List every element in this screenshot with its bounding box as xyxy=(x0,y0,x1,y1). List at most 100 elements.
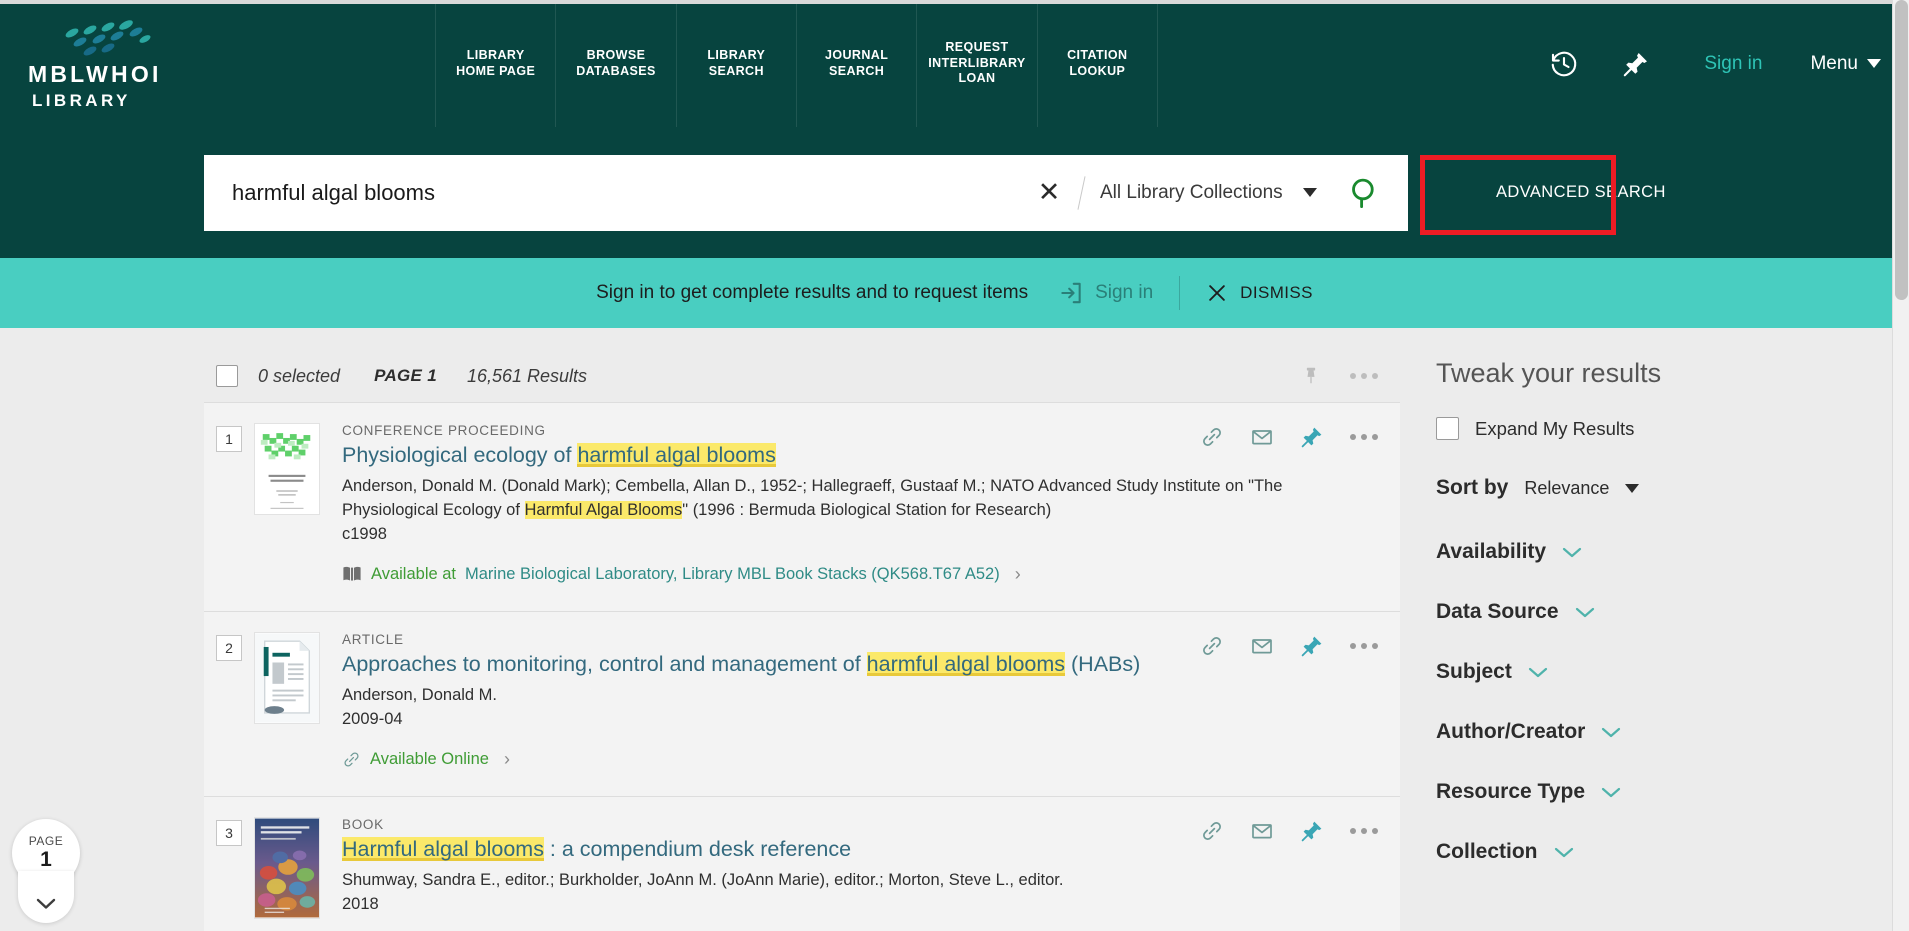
result-more-options-button[interactable] xyxy=(1350,642,1378,649)
facet-label: Resource Type xyxy=(1436,780,1585,803)
sort-by-value: Relevance xyxy=(1524,477,1610,498)
dot xyxy=(1372,373,1378,379)
result-item[interactable]: 1 CONFERENCE PROCEEDING Physiological ec… xyxy=(204,402,1400,611)
expand-my-results-checkbox[interactable] xyxy=(1436,417,1459,440)
sort-by-control[interactable]: Sort by Relevance xyxy=(1436,476,1909,500)
result-availability[interactable]: Available Online › xyxy=(342,749,1378,770)
nav-library-search[interactable]: LIBRARY SEARCH xyxy=(675,0,796,127)
results-count: 16,561 Results xyxy=(466,365,588,386)
dot xyxy=(1350,434,1356,440)
chevron-down-icon xyxy=(1602,727,1621,738)
dot xyxy=(1350,827,1356,834)
facet-label: Availability xyxy=(1436,540,1547,563)
banner-divider xyxy=(1179,276,1181,310)
pin-icon xyxy=(1301,821,1322,841)
nav-label-line1: CITATION xyxy=(1067,47,1128,62)
chevron-down-icon xyxy=(36,898,56,909)
facet-data-source[interactable]: Data Source xyxy=(1436,600,1909,624)
site-logo[interactable]: MBLWHOI LIBRARY xyxy=(0,0,435,127)
pin-icon xyxy=(1301,636,1322,657)
results-toolbar-actions xyxy=(1300,365,1400,387)
sort-by-label: Sort by xyxy=(1436,476,1509,499)
header-sign-in-link[interactable]: Sign in xyxy=(1704,53,1762,75)
facet-label: Author/Creator xyxy=(1436,720,1586,743)
search-scope-select[interactable]: All Library Collections xyxy=(1100,182,1322,204)
result-permalink-button[interactable] xyxy=(1200,634,1224,658)
result-item[interactable]: 3 BOOK Harmful algal blooms: a compendi… xyxy=(204,795,1400,931)
toolbar-pin-button[interactable] xyxy=(1300,365,1322,387)
nav-journal-search[interactable]: JOURNAL SEARCH xyxy=(795,0,916,127)
chevron-down-icon xyxy=(1563,547,1582,558)
result-email-button[interactable] xyxy=(1250,819,1274,843)
facet-collection[interactable]: Collection xyxy=(1436,840,1909,864)
result-actions xyxy=(1200,425,1378,449)
nav-label-line2: HOME PAGE xyxy=(456,63,536,78)
search-box: ✕ All Library Collections xyxy=(204,154,1408,231)
result-title-text: Physiological ecology of xyxy=(342,443,578,467)
toolbar-more-options-button[interactable] xyxy=(1350,373,1378,379)
search-divider xyxy=(1077,175,1086,210)
nav-library-home-page[interactable]: LIBRARY HOME PAGE xyxy=(435,0,555,127)
search-history-button[interactable] xyxy=(1538,38,1590,90)
banner-sign-in-button[interactable]: Sign in xyxy=(1058,280,1153,306)
result-thumbnail xyxy=(254,423,320,515)
result-pin-button[interactable] xyxy=(1300,634,1324,658)
result-permalink-button[interactable] xyxy=(1200,819,1224,843)
facet-author-creator[interactable]: Author/Creator xyxy=(1436,720,1909,744)
result-item[interactable]: 2 ARTICLE Approaches to monitoring, cont… xyxy=(204,610,1400,796)
result-authors-tail: " (1996 : Bermuda Biological Station for… xyxy=(682,500,1052,519)
expand-my-results-toggle[interactable]: Expand My Results xyxy=(1436,417,1909,440)
page-indicator-label: PAGE xyxy=(28,834,64,849)
chevron-down-icon xyxy=(1528,667,1547,678)
main-navigation: LIBRARY HOME PAGE BROWSE DATABASES LIBRARY… xyxy=(435,0,1158,127)
result-pin-button[interactable] xyxy=(1300,425,1324,449)
nav-label-line2: INTERLIBRARY xyxy=(928,55,1026,70)
main-content: 0 selected PAGE 1 16,561 Results 1 CONFE… xyxy=(0,328,1909,931)
header-menu-button[interactable]: Menu xyxy=(1810,53,1881,75)
nav-citation-lookup[interactable]: CITATION LOOKUP xyxy=(1036,0,1158,127)
dot xyxy=(1361,827,1367,834)
nav-label-line2: SEARCH xyxy=(829,63,885,78)
result-permalink-button[interactable] xyxy=(1200,425,1224,449)
nav-label-line1: BROWSE xyxy=(586,47,646,62)
result-actions xyxy=(1200,634,1378,658)
cover-image-article xyxy=(255,633,319,723)
clear-search-button[interactable]: ✕ xyxy=(1027,171,1071,215)
nav-request-interlibrary-loan[interactable]: REQUEST INTERLIBRARY LOAN xyxy=(916,0,1036,127)
nav-label-line2: SEARCH xyxy=(708,63,764,78)
result-pin-button[interactable] xyxy=(1300,819,1324,843)
facet-subject[interactable]: Subject xyxy=(1436,660,1909,684)
select-all-checkbox[interactable] xyxy=(216,365,238,387)
pin-icon xyxy=(1624,52,1648,76)
result-more-options-button[interactable] xyxy=(1350,827,1378,834)
chevron-down-icon xyxy=(1575,607,1594,618)
search-submit-button[interactable] xyxy=(1336,164,1394,222)
banner-dismiss-button[interactable]: DISMISS xyxy=(1206,282,1313,304)
result-number: 3 xyxy=(216,819,242,846)
nav-label-line3: LOAN xyxy=(958,71,996,86)
nav-label-line1: JOURNAL xyxy=(825,47,889,62)
result-availability-label: Available at xyxy=(371,564,457,583)
result-email-button[interactable] xyxy=(1250,634,1274,658)
result-actions xyxy=(1200,819,1378,843)
result-availability[interactable]: Available at Marine Biological Laborator… xyxy=(342,564,1378,585)
next-page-button[interactable] xyxy=(18,871,74,923)
search-input[interactable] xyxy=(232,179,1027,206)
email-icon xyxy=(1252,638,1272,654)
result-title-tail: (HABs) xyxy=(1065,651,1141,676)
facet-resource-type[interactable]: Resource Type xyxy=(1436,780,1909,804)
facet-availability[interactable]: Availability xyxy=(1436,540,1909,564)
advanced-search-button[interactable]: ADVANCED SEARCH xyxy=(1458,157,1704,228)
result-authors: Shumway, Sandra E., editor.; Burkholder,… xyxy=(342,870,1064,889)
chevron-down-icon xyxy=(1625,483,1640,493)
scrollbar-thumb[interactable] xyxy=(1895,0,1908,300)
result-title-tail: : a compendium desk reference xyxy=(543,836,852,861)
pinned-items-button[interactable] xyxy=(1610,38,1662,90)
result-email-button[interactable] xyxy=(1250,425,1274,449)
page-scrollbar[interactable] xyxy=(1892,0,1909,931)
chevron-down-icon xyxy=(1867,59,1881,68)
chevron-down-icon xyxy=(1554,847,1573,858)
nav-browse-databases[interactable]: BROWSE DATABASES xyxy=(555,0,675,127)
chevron-down-icon xyxy=(1302,188,1317,197)
result-more-options-button[interactable] xyxy=(1350,434,1378,440)
